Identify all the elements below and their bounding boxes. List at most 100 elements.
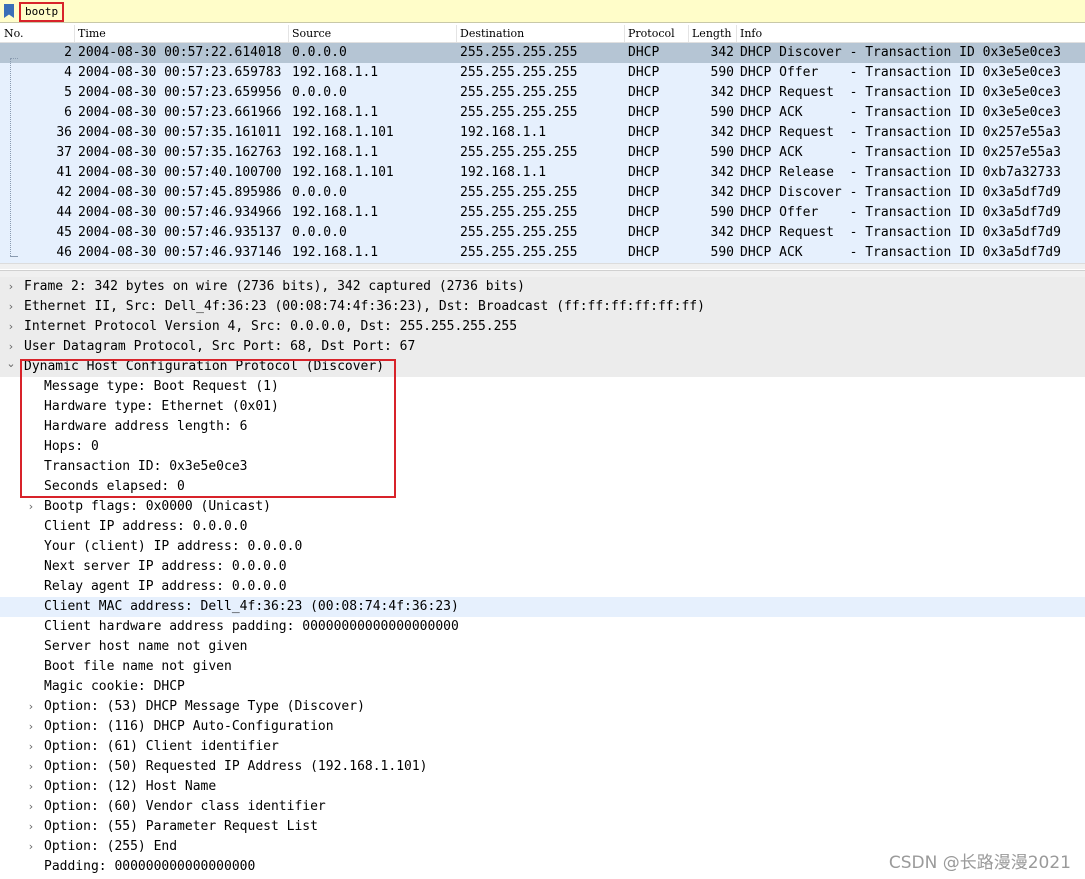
detail-item-text: Internet Protocol Version 4, Src: 0.0.0.…	[24, 319, 518, 334]
packet-cell-source: 192.168.1.1	[292, 205, 379, 220]
column-header-protocol[interactable]: Protocol	[628, 27, 675, 40]
packet-row[interactable]: 6 2004-08-30 00:57:23.661966 192.168.1.1 25…	[0, 103, 1085, 123]
packet-cell-time: 2004-08-30 00:57:45.895986	[78, 185, 282, 200]
display-filter-input[interactable]: bootp	[19, 2, 65, 22]
detail-item-text: Client MAC address: Dell_4f:36:23 (00:08…	[44, 599, 459, 614]
packet-list-scrollbar[interactable]	[0, 263, 1085, 269]
packet-row[interactable]: 4 2004-08-30 00:57:23.659783 192.168.1.1 25…	[0, 63, 1085, 83]
packet-row[interactable]: 5 2004-08-30 00:57:23.659956 0.0.0.0 255.25…	[0, 83, 1085, 103]
detail-tree-item[interactable]: Next server IP address: 0.0.0.0	[0, 557, 1085, 577]
detail-item-text: Frame 2: 342 bytes on wire (2736 bits), …	[24, 279, 525, 294]
packet-cell-destination: 255.255.255.255	[460, 45, 578, 60]
collapse-chevron-icon[interactable]: ›	[24, 817, 38, 837]
packet-cell-time: 2004-08-30 00:57:23.659956	[78, 85, 282, 100]
detail-item-text: Boot file name not given	[44, 659, 232, 674]
detail-tree-item[interactable]: › Ethernet II, Src: Dell_4f:36:23 (00:08:…	[0, 297, 1085, 317]
column-header-info[interactable]: Info	[740, 27, 762, 40]
packet-cell-info: DHCP ACK - Transaction ID 0x257e55a3	[740, 145, 1061, 160]
packet-cell-info: DHCP Request - Transaction ID 0x257e55a3	[740, 125, 1061, 140]
packet-cell-destination: 255.255.255.255	[460, 105, 578, 120]
detail-tree-item[interactable]: › Internet Protocol Version 4, Src: 0.0.0…	[0, 317, 1085, 337]
detail-tree-item[interactable]: › Option: (116) DHCP Auto-Configuration	[0, 717, 1085, 737]
packet-cell-destination: 255.255.255.255	[460, 245, 578, 260]
detail-tree-item[interactable]: › Option: (60) Vendor class identifier	[0, 797, 1085, 817]
detail-item-text: Client IP address: 0.0.0.0	[44, 519, 248, 534]
packet-cell-time: 2004-08-30 00:57:23.661966	[78, 105, 282, 120]
packet-cell-source: 0.0.0.0	[292, 85, 347, 100]
detail-tree-item[interactable]: › Option: (12) Host Name	[0, 777, 1085, 797]
packet-row[interactable]: 42 2004-08-30 00:57:45.895986 0.0.0.0 255.2…	[0, 183, 1085, 203]
packet-cell-info: DHCP Discover - Transaction ID 0x3e5e0ce…	[740, 45, 1061, 60]
detail-tree-item[interactable]: › Option: (50) Requested IP Address (192.…	[0, 757, 1085, 777]
packet-cell-length: 342	[710, 185, 734, 200]
packet-cell-source: 192.168.1.1	[292, 105, 379, 120]
detail-tree-item[interactable]: › Option: (61) Client identifier	[0, 737, 1085, 757]
packet-cell-length: 342	[710, 165, 734, 180]
detail-item-text: Relay agent IP address: 0.0.0.0	[44, 579, 287, 594]
packet-cell-destination: 255.255.255.255	[460, 65, 578, 80]
packet-cell-source: 192.168.1.1	[292, 145, 379, 160]
packet-cell-time: 2004-08-30 00:57:46.935137	[78, 225, 282, 240]
packet-row[interactable]: 37 2004-08-30 00:57:35.162763 192.168.1.1 2…	[0, 143, 1085, 163]
collapse-chevron-icon[interactable]: ›	[24, 697, 38, 717]
packet-row[interactable]: 44 2004-08-30 00:57:46.934966 192.168.1.1 2…	[0, 203, 1085, 223]
packet-row[interactable]: 46 2004-08-30 00:57:46.937146 192.168.1.1 2…	[0, 243, 1085, 263]
detail-tree-item[interactable]: Your (client) IP address: 0.0.0.0	[0, 537, 1085, 557]
column-header-length[interactable]: Length	[692, 27, 731, 40]
detail-tree-item[interactable]: › User Datagram Protocol, Src Port: 68, D…	[0, 337, 1085, 357]
collapse-chevron-icon[interactable]: ›	[4, 317, 18, 337]
collapse-chevron-icon[interactable]: ›	[24, 777, 38, 797]
detail-tree-item[interactable]: Relay agent IP address: 0.0.0.0	[0, 577, 1085, 597]
collapse-chevron-icon[interactable]: ›	[4, 297, 18, 317]
packet-cell-protocol: DHCP	[628, 185, 660, 200]
column-header-time[interactable]: Time	[78, 27, 106, 40]
detail-item-text: Bootp flags: 0x0000 (Unicast)	[44, 499, 271, 514]
expand-chevron-icon[interactable]: ⌄	[4, 354, 18, 374]
packet-cell-info: DHCP Discover - Transaction ID 0x3a5df7d…	[740, 185, 1061, 200]
collapse-chevron-icon[interactable]: ›	[24, 497, 38, 517]
detail-tree-item[interactable]: Magic cookie: DHCP	[0, 677, 1085, 697]
collapse-chevron-icon[interactable]: ›	[4, 277, 18, 297]
detail-tree-item[interactable]: Server host name not given	[0, 637, 1085, 657]
detail-item-text: Option: (116) DHCP Auto-Configuration	[44, 719, 334, 734]
conversation-tree-line	[10, 58, 12, 256]
detail-tree-item[interactable]: › Frame 2: 342 bytes on wire (2736 bits),…	[0, 277, 1085, 297]
conversation-tree-end	[10, 256, 18, 258]
packet-cell-protocol: DHCP	[628, 125, 660, 140]
detail-tree-item[interactable]: › Option: (53) DHCP Message Type (Discove…	[0, 697, 1085, 717]
detail-tree-item[interactable]: › Option: (55) Parameter Request List	[0, 817, 1085, 837]
column-header-destination[interactable]: Destination	[460, 27, 524, 40]
packet-row[interactable]: 36 2004-08-30 00:57:35.161011 192.168.1.10…	[0, 123, 1085, 143]
detail-item-text: User Datagram Protocol, Src Port: 68, Ds…	[24, 339, 416, 354]
collapse-chevron-icon[interactable]: ›	[24, 837, 38, 857]
detail-tree-item[interactable]: Client hardware address padding: 0000000…	[0, 617, 1085, 637]
packet-cell-destination: 255.255.255.255	[460, 185, 578, 200]
packet-cell-length: 590	[710, 205, 734, 220]
packet-row[interactable]: 41 2004-08-30 00:57:40.100700 192.168.1.10…	[0, 163, 1085, 183]
packet-row[interactable]: 2 2004-08-30 00:57:22.614018 0.0.0.0 255.25…	[0, 43, 1085, 63]
collapse-chevron-icon[interactable]: ›	[24, 797, 38, 817]
column-header-no[interactable]: No.	[4, 27, 24, 40]
detail-tree-item[interactable]: Client IP address: 0.0.0.0	[0, 517, 1085, 537]
collapse-chevron-icon[interactable]: ›	[24, 717, 38, 737]
detail-item-text: Option: (255) End	[44, 839, 178, 854]
bookmark-icon[interactable]	[4, 4, 14, 18]
collapse-chevron-icon[interactable]: ›	[24, 757, 38, 777]
packet-cell-info: DHCP ACK - Transaction ID 0x3a5df7d9	[740, 245, 1061, 260]
packet-cell-length: 590	[710, 245, 734, 260]
packet-cell-length: 590	[710, 105, 734, 120]
packet-cell-destination: 192.168.1.1	[460, 165, 547, 180]
detail-tree-item[interactable]: › Bootp flags: 0x0000 (Unicast)	[0, 497, 1085, 517]
packet-row[interactable]: 45 2004-08-30 00:57:46.935137 0.0.0.0 255.2…	[0, 223, 1085, 243]
detail-tree-item[interactable]: Boot file name not given	[0, 657, 1085, 677]
packet-cell-destination: 255.255.255.255	[460, 85, 578, 100]
column-header-source[interactable]: Source	[292, 27, 331, 40]
collapse-chevron-icon[interactable]: ›	[24, 737, 38, 757]
packet-cell-protocol: DHCP	[628, 225, 660, 240]
packet-cell-info: DHCP Request - Transaction ID 0x3e5e0ce3	[740, 85, 1061, 100]
packet-cell-destination: 255.255.255.255	[460, 225, 578, 240]
packet-details: › Frame 2: 342 bytes on wire (2736 bits),…	[0, 277, 1085, 879]
detail-item-text: Option: (12) Host Name	[44, 779, 217, 794]
detail-item-text: Your (client) IP address: 0.0.0.0	[44, 539, 303, 554]
detail-tree-item[interactable]: Client MAC address: Dell_4f:36:23 (00:08…	[0, 597, 1085, 617]
